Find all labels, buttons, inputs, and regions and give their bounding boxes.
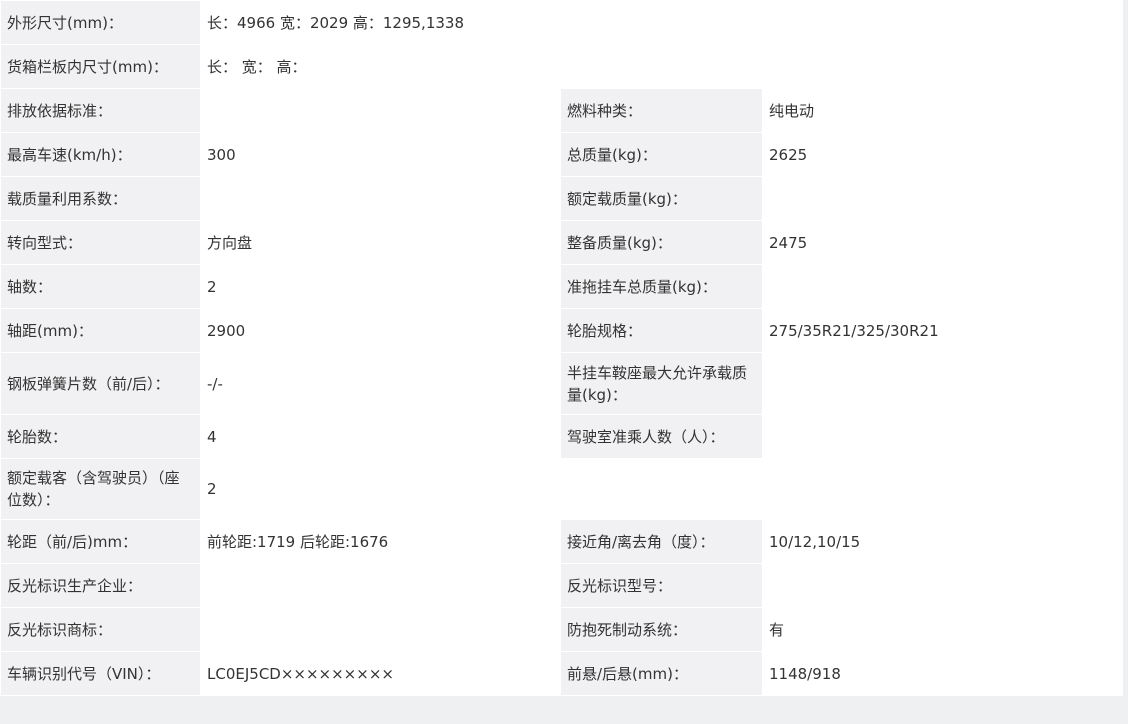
row-label: 排放依据标准： bbox=[0, 88, 201, 133]
row-label: 准拖挂车总质量(kg)： bbox=[560, 264, 763, 309]
row-label: 驾驶室准乘人数（人）： bbox=[560, 414, 763, 459]
table-row: 反光标识生产企业： 反光标识型号： bbox=[0, 563, 1124, 608]
row-label: 轮距（前/后)mm： bbox=[0, 519, 201, 564]
table-row: 排放依据标准： 燃料种类： 纯电动 bbox=[0, 88, 1124, 133]
row-value: LC0EJ5CD××××××××× bbox=[200, 651, 561, 696]
row-value bbox=[761, 176, 1124, 221]
row-value: 前轮距:1719 后轮距:1676 bbox=[200, 519, 561, 564]
row-value: 2475 bbox=[761, 220, 1124, 265]
row-label: 载质量利用系数： bbox=[0, 176, 201, 221]
table-row: 反光标识商标： 防抱死制动系统： 有 bbox=[0, 607, 1124, 652]
row-value: 2 bbox=[200, 264, 561, 309]
row-label: 前悬/后悬(mm)： bbox=[560, 651, 763, 696]
row-label: 接近角/离去角（度）： bbox=[560, 519, 763, 564]
row-label: 额定载质量(kg)： bbox=[560, 176, 763, 221]
row-label: 货箱栏板内尺寸(mm)： bbox=[0, 44, 201, 89]
row-label: 反光标识商标： bbox=[0, 607, 201, 652]
row-value: -/- bbox=[200, 352, 561, 415]
row-value: 长： 宽： 高： bbox=[199, 44, 1124, 89]
row-label: 转向型式： bbox=[0, 220, 201, 265]
row-label: 钢板弹簧片数（前/后）： bbox=[0, 352, 201, 415]
row-value bbox=[761, 264, 1124, 309]
table-row: 车辆识别代号（VIN）： LC0EJ5CD××××××××× 前悬/后悬(mm)… bbox=[0, 651, 1124, 696]
row-value: 2625 bbox=[761, 132, 1124, 177]
row-label: 半挂车鞍座最大允许承载质量(kg)： bbox=[560, 352, 763, 415]
row-label: 额定载客（含驾驶员）（座位数）： bbox=[0, 458, 201, 520]
row-label: 最高车速(km/h)： bbox=[0, 132, 201, 177]
row-value bbox=[761, 414, 1124, 459]
table-row: 转向型式： 方向盘 整备质量(kg)： 2475 bbox=[0, 220, 1124, 265]
page-footer-space bbox=[0, 696, 1122, 712]
row-label: 轮胎数： bbox=[0, 414, 201, 459]
row-label: 燃料种类： bbox=[560, 88, 763, 133]
row-label: 反光标识型号： bbox=[560, 563, 763, 608]
table-row: 钢板弹簧片数（前/后）： -/- 半挂车鞍座最大允许承载质量(kg)： bbox=[0, 352, 1124, 415]
table-row: 轴距(mm)： 2900 轮胎规格： 275/35R21/325/30R21 bbox=[0, 308, 1124, 353]
table-row: 货箱栏板内尺寸(mm)： 长： 宽： 高： bbox=[0, 44, 1124, 89]
row-label: 车辆识别代号（VIN）： bbox=[0, 651, 201, 696]
row-label: 总质量(kg)： bbox=[560, 132, 763, 177]
table-row: 外形尺寸(mm)： 长：4966 宽：2029 高：1295,1338 bbox=[0, 0, 1124, 45]
row-value bbox=[761, 563, 1124, 608]
table-row: 最高车速(km/h)： 300 总质量(kg)： 2625 bbox=[0, 132, 1124, 177]
row-value: 4 bbox=[200, 414, 561, 459]
row-value: 2 bbox=[199, 458, 1124, 520]
row-label: 轮胎规格： bbox=[560, 308, 763, 353]
row-value bbox=[200, 607, 561, 652]
table-row: 载质量利用系数： 额定载质量(kg)： bbox=[0, 176, 1124, 221]
row-value: 方向盘 bbox=[200, 220, 561, 265]
row-value: 2900 bbox=[200, 308, 561, 353]
row-label: 外形尺寸(mm)： bbox=[0, 0, 201, 45]
row-value bbox=[761, 352, 1124, 415]
spec-table-container: 外形尺寸(mm)： 长：4966 宽：2029 高：1295,1338 货箱栏板… bbox=[0, 0, 1124, 712]
table-row: 额定载客（含驾驶员）（座位数）： 2 bbox=[0, 458, 1124, 520]
row-value: 纯电动 bbox=[761, 88, 1124, 133]
row-label: 整备质量(kg)： bbox=[560, 220, 763, 265]
row-value: 有 bbox=[761, 607, 1124, 652]
row-label: 轴数： bbox=[0, 264, 201, 309]
table-row: 轴数： 2 准拖挂车总质量(kg)： bbox=[0, 264, 1124, 309]
row-value: 300 bbox=[200, 132, 561, 177]
vehicle-spec-table: 外形尺寸(mm)： 长：4966 宽：2029 高：1295,1338 货箱栏板… bbox=[0, 0, 1124, 696]
table-row: 轮胎数： 4 驾驶室准乘人数（人）： bbox=[0, 414, 1124, 459]
row-label: 防抱死制动系统： bbox=[560, 607, 763, 652]
row-value: 275/35R21/325/30R21 bbox=[761, 308, 1124, 353]
row-value bbox=[200, 88, 561, 133]
row-label: 反光标识生产企业： bbox=[0, 563, 201, 608]
row-value: 1148/918 bbox=[761, 651, 1124, 696]
row-value: 10/12,10/15 bbox=[761, 519, 1124, 564]
row-value bbox=[200, 176, 561, 221]
row-value: 长：4966 宽：2029 高：1295,1338 bbox=[199, 0, 1124, 45]
row-value bbox=[200, 563, 561, 608]
table-row: 轮距（前/后)mm： 前轮距:1719 后轮距:1676 接近角/离去角（度）：… bbox=[0, 519, 1124, 564]
row-label: 轴距(mm)： bbox=[0, 308, 201, 353]
